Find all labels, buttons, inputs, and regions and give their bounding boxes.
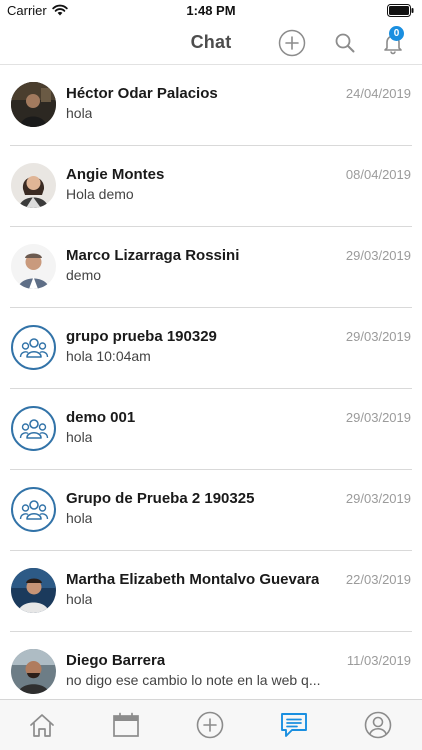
tab-bar bbox=[0, 699, 422, 750]
avatar bbox=[11, 649, 56, 694]
chat-icon bbox=[281, 713, 307, 737]
group-icon bbox=[19, 418, 48, 439]
chat-list-item[interactable]: Grupo de Prueba 2 190325 hola 29/03/2019 bbox=[0, 470, 422, 551]
chat-list-item[interactable]: Diego Barrera no digo ese cambio lo note… bbox=[0, 632, 422, 699]
chat-date: 11/03/2019 bbox=[346, 653, 411, 668]
home-icon bbox=[30, 714, 54, 737]
chat-preview: hola bbox=[66, 429, 93, 445]
chat-preview: demo bbox=[66, 267, 102, 283]
tab-calendar[interactable] bbox=[109, 708, 143, 742]
chat-list: Héctor Odar Palacios hola 24/04/2019 Ang… bbox=[0, 65, 422, 699]
group-icon bbox=[19, 499, 48, 520]
avatar bbox=[11, 244, 56, 289]
chat-list-item[interactable]: Marco Lizarraga Rossini demo 29/03/2019 bbox=[0, 227, 422, 308]
avatar bbox=[11, 406, 56, 451]
chat-list-item[interactable]: Angie Montes Hola demo 08/04/2019 bbox=[0, 146, 422, 227]
chat-list-item[interactable]: demo 001 hola 29/03/2019 bbox=[0, 389, 422, 470]
chat-preview: hola 10:04am bbox=[66, 348, 151, 364]
status-time: 1:48 PM bbox=[186, 3, 236, 18]
chat-date: 29/03/2019 bbox=[345, 329, 411, 344]
avatar bbox=[11, 568, 56, 613]
add-circle-icon bbox=[278, 29, 306, 57]
chat-date: 29/03/2019 bbox=[345, 410, 411, 425]
chat-name: Martha Elizabeth Montalvo Guevara bbox=[66, 571, 320, 588]
chat-name: Diego Barrera bbox=[66, 652, 166, 669]
tab-profile[interactable] bbox=[361, 708, 395, 742]
search-button[interactable] bbox=[330, 28, 360, 58]
chat-name: Grupo de Prueba 2 190325 bbox=[66, 490, 255, 507]
nav-header: Chat bbox=[0, 22, 422, 65]
tab-add[interactable] bbox=[193, 708, 227, 742]
chat-preview: hola bbox=[66, 510, 93, 526]
avatar bbox=[11, 82, 56, 127]
new-chat-button[interactable] bbox=[277, 28, 307, 58]
chat-list-item[interactable]: Héctor Odar Palacios hola 24/04/2019 bbox=[0, 65, 422, 146]
chat-list-item[interactable]: Martha Elizabeth Montalvo Guevara hola 2… bbox=[0, 551, 422, 632]
chat-name: Héctor Odar Palacios bbox=[66, 85, 218, 102]
tab-chat[interactable] bbox=[277, 708, 311, 742]
chat-preview: no digo ese cambio lo note en la web q..… bbox=[66, 672, 321, 688]
avatar bbox=[11, 325, 56, 370]
group-icon bbox=[19, 337, 48, 358]
tab-home[interactable] bbox=[25, 708, 59, 742]
chat-preview: hola bbox=[66, 105, 93, 121]
chat-date: 08/04/2019 bbox=[345, 167, 411, 182]
chat-preview: hola bbox=[66, 591, 93, 607]
notification-badge: 0 bbox=[389, 26, 404, 41]
chat-name: grupo prueba 190329 bbox=[66, 328, 217, 345]
avatar bbox=[11, 487, 56, 532]
chat-date: 29/03/2019 bbox=[345, 491, 411, 506]
avatar bbox=[11, 163, 56, 208]
chat-name: Angie Montes bbox=[66, 166, 165, 183]
chat-name: demo 001 bbox=[66, 409, 136, 426]
chat-name: Marco Lizarraga Rossini bbox=[66, 247, 240, 264]
add-circle-icon bbox=[196, 711, 224, 739]
search-icon bbox=[335, 33, 355, 53]
status-bar: Carrier 1:48 PM bbox=[0, 0, 422, 22]
profile-icon bbox=[364, 711, 392, 739]
chat-date: 29/03/2019 bbox=[345, 248, 411, 263]
battery-icon bbox=[387, 4, 414, 17]
chat-list-item[interactable]: grupo prueba 190329 hola 10:04am 29/03/2… bbox=[0, 308, 422, 389]
chat-date: 24/04/2019 bbox=[345, 86, 411, 101]
chat-preview: Hola demo bbox=[66, 186, 134, 202]
chat-date: 22/03/2019 bbox=[345, 572, 411, 587]
calendar-icon bbox=[113, 712, 139, 737]
